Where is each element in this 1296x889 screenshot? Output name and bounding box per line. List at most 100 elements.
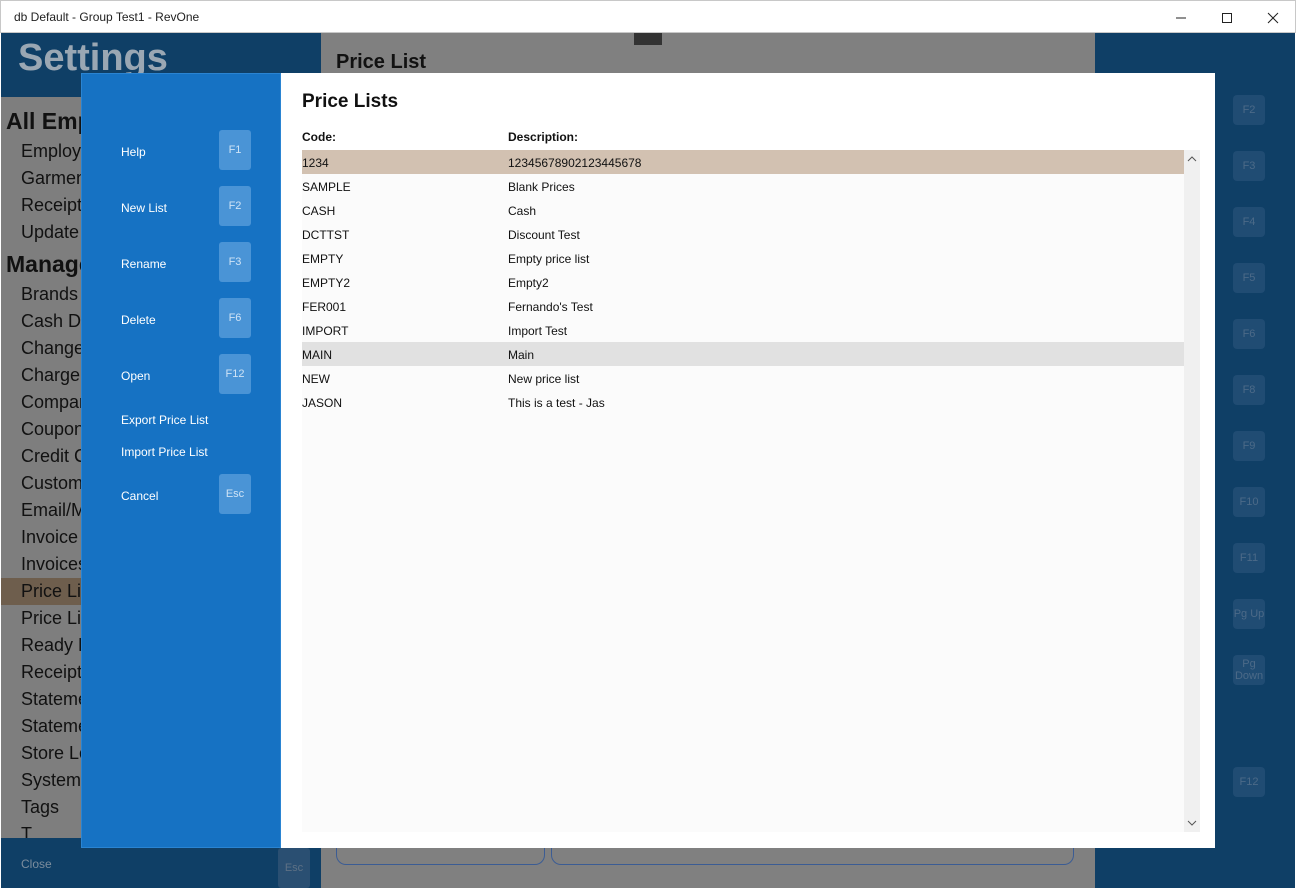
nav-item[interactable]: Email/M [21, 500, 86, 521]
row-code: JASON [302, 396, 343, 410]
nav-item[interactable]: Stateme [21, 716, 88, 737]
nav-item[interactable]: Store Lo [21, 743, 89, 764]
nav-item[interactable]: Ready B [21, 635, 90, 656]
chevron-up-icon [1187, 156, 1197, 162]
open-button[interactable]: Open [121, 369, 150, 383]
nav-item[interactable]: Garmen [21, 168, 86, 189]
window-title: db Default - Group Test1 - RevOne [14, 10, 200, 24]
window-titlebar: db Default - Group Test1 - RevOne [0, 0, 1296, 33]
table-row[interactable]: FER001 Fernando's Test [302, 294, 1184, 318]
row-code: DCTTST [302, 228, 350, 242]
nav-item[interactable]: Update [21, 222, 79, 243]
f3-key[interactable]: F3 [219, 242, 251, 282]
delete-button[interactable]: Delete [121, 313, 156, 327]
minimize-button[interactable] [1158, 1, 1204, 34]
help-button[interactable]: Help [121, 145, 146, 159]
scroll-down-button[interactable] [1184, 816, 1200, 830]
nav-item[interactable]: Compar [21, 392, 85, 413]
table-row[interactable]: CASH Cash [302, 198, 1184, 222]
function-key: F12 [1233, 767, 1265, 797]
esc-key[interactable]: Esc [219, 474, 251, 514]
row-description: 12345678902123445678 [508, 156, 642, 170]
row-description: Blank Prices [508, 180, 575, 194]
price-list-table[interactable]: 1234 12345678902123445678 SAMPLE Blank Pric… [302, 150, 1200, 832]
row-code: SAMPLE [302, 180, 351, 194]
drag-handle [634, 33, 662, 45]
table-row[interactable]: DCTTST Discount Test [302, 222, 1184, 246]
nav-item[interactable]: Invoices [21, 554, 87, 575]
row-description: Empty price list [508, 252, 590, 266]
nav-item[interactable]: Receipt [21, 195, 82, 216]
function-key: F9 [1233, 431, 1265, 461]
nav-item[interactable]: Price Lis [21, 608, 90, 629]
table-row[interactable]: MAIN Main [302, 342, 1184, 366]
function-key: F5 [1233, 263, 1265, 293]
row-code: FER001 [302, 300, 347, 314]
table-row[interactable]: JASON This is a test - Jas [302, 390, 1184, 414]
row-description: Cash [508, 204, 537, 218]
nav-item[interactable]: Price Lis [21, 581, 90, 602]
table-row[interactable]: NEW New price list [302, 366, 1184, 390]
function-key: F3 [1233, 151, 1265, 181]
dialog-command-panel: Help F1 New List F2 Rename F3 Delete F6 … [81, 73, 281, 848]
nav-item[interactable]: Coupon [21, 419, 84, 440]
row-description: Import Test [508, 324, 568, 338]
table-row[interactable]: 1234 12345678902123445678 [302, 150, 1184, 174]
function-key: F6 [1233, 319, 1265, 349]
section-heading: All Emp [6, 108, 92, 134]
minimize-icon [1176, 17, 1186, 18]
nav-item[interactable]: Stateme [21, 689, 88, 710]
table-row[interactable]: EMPTY Empty price list [302, 246, 1184, 270]
price-lists-dialog: Price Lists Code: Description: 1234 12345… [281, 73, 1215, 848]
cancel-button[interactable]: Cancel [121, 489, 158, 503]
row-code: MAIN [302, 348, 332, 362]
esc-key-badge: Esc [278, 848, 310, 888]
nav-item[interactable]: Tags [21, 797, 59, 818]
nav-item[interactable]: System [21, 770, 81, 791]
vertical-scrollbar[interactable] [1184, 150, 1200, 832]
table-row[interactable]: EMPTY2 Empty2 [302, 270, 1184, 294]
import-price-list-button[interactable]: Import Price List [121, 445, 208, 459]
nav-item[interactable]: Brands [21, 284, 78, 305]
close-icon [1267, 12, 1279, 23]
f2-key[interactable]: F2 [219, 186, 251, 226]
row-description: Empty2 [508, 276, 549, 290]
scroll-up-button[interactable] [1184, 152, 1200, 166]
function-key: F4 [1233, 207, 1265, 237]
f6-key[interactable]: F6 [219, 298, 251, 338]
function-key: Pg Up [1233, 599, 1265, 629]
close-window-button[interactable] [1250, 1, 1296, 34]
code-column-header: Code: [302, 130, 336, 144]
function-key: F2 [1233, 95, 1265, 125]
f1-key[interactable]: F1 [219, 130, 251, 170]
table-row[interactable]: IMPORT Import Test [302, 318, 1184, 342]
section-heading: Manage [6, 251, 92, 277]
maximize-button[interactable] [1204, 1, 1250, 34]
function-key: Pg Down [1233, 655, 1265, 685]
nav-item[interactable]: Credit C [21, 446, 87, 467]
function-key: F11 [1233, 543, 1265, 573]
function-key: F8 [1233, 375, 1265, 405]
table-row[interactable]: SAMPLE Blank Prices [302, 174, 1184, 198]
row-code: NEW [302, 372, 330, 386]
row-description: Discount Test [508, 228, 580, 242]
nav-item[interactable]: Receipt [21, 662, 82, 683]
close-button[interactable]: Close [21, 857, 52, 871]
row-description: Main [508, 348, 535, 362]
row-code: CASH [302, 204, 336, 218]
new-list-button[interactable]: New List [121, 201, 167, 215]
description-column-header: Description: [508, 130, 579, 144]
row-code: IMPORT [302, 324, 349, 338]
export-price-list-button[interactable]: Export Price List [121, 413, 208, 427]
row-description: New price list [508, 372, 580, 386]
maximize-icon [1222, 12, 1232, 23]
row-code: EMPTY2 [302, 276, 351, 290]
row-description: This is a test - Jas [508, 396, 605, 410]
content-title: Price List [336, 51, 427, 73]
function-key: F10 [1233, 487, 1265, 517]
nav-item[interactable]: Change [21, 338, 84, 359]
nav-item[interactable]: Invoice I [21, 527, 88, 548]
rename-button[interactable]: Rename [121, 257, 166, 271]
row-code: 1234 [302, 156, 329, 170]
f12-key[interactable]: F12 [219, 354, 251, 394]
